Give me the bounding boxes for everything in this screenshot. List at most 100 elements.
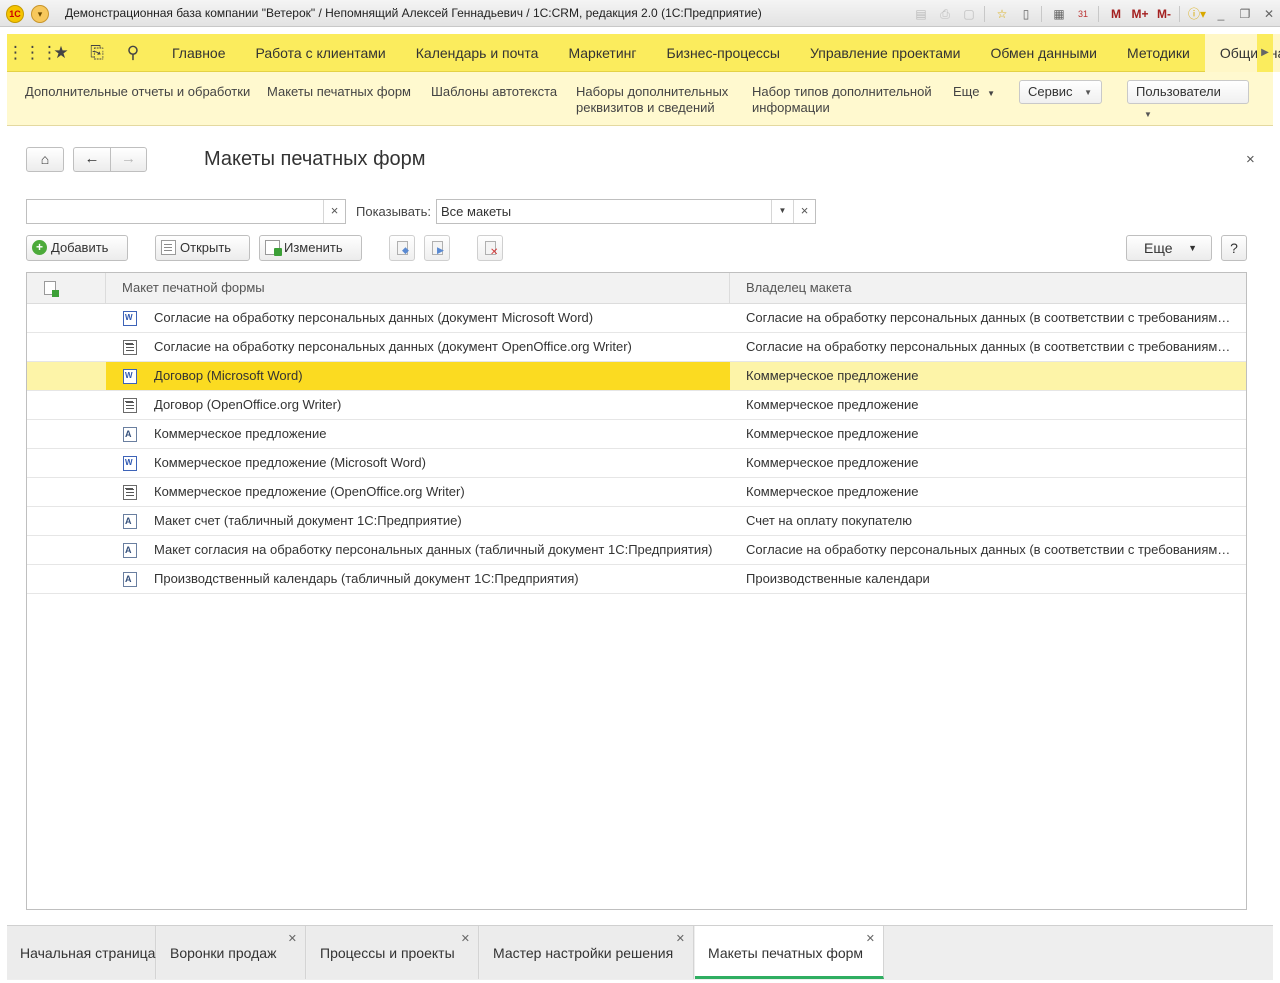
section-data-exchange[interactable]: Обмен данными: [975, 34, 1112, 72]
table-row[interactable]: Коммерческое предложение (OpenOffice.org…: [27, 478, 1246, 507]
action-additional-reports[interactable]: Дополнительные отчеты и обработки: [25, 84, 250, 100]
table-row[interactable]: Согласие на обработку персональных данны…: [27, 333, 1246, 362]
template-owner-cell[interactable]: Согласие на обработку персональных данны…: [730, 333, 1246, 361]
window-tab-setup-wizard[interactable]: Мастер настройки решения ✕: [480, 926, 694, 979]
delete-template-button[interactable]: ✕: [477, 235, 503, 261]
help-button[interactable]: ?: [1221, 235, 1247, 261]
users-menu-button[interactable]: Пользователи ▼: [1127, 80, 1249, 119]
table-row[interactable]: Производственный календарь (табличный до…: [27, 565, 1246, 594]
template-owner-cell[interactable]: Коммерческое предложение: [730, 362, 1246, 390]
section-main[interactable]: Главное: [157, 34, 241, 72]
open-button[interactable]: Открыть: [155, 235, 250, 261]
table-row[interactable]: Согласие на обработку персональных данны…: [27, 304, 1246, 333]
restore-icon[interactable]: ❐: [1234, 4, 1256, 24]
print-icon[interactable]: ⎙: [934, 4, 956, 24]
document-icon: [161, 240, 176, 256]
action-additional-attributes[interactable]: Наборы дополнительных реквизитов и сведе…: [576, 84, 728, 116]
action-autotext-templates[interactable]: Шаблоны автотекста: [431, 84, 557, 100]
template-owner-cell[interactable]: Согласие на обработку персональных данны…: [730, 304, 1246, 332]
load-template-button[interactable]: ◆: [389, 235, 415, 261]
calendar-icon[interactable]: 31: [1072, 4, 1094, 24]
add-button[interactable]: + Добавить: [26, 235, 128, 261]
table-row[interactable]: Коммерческое предложение (Microsoft Word…: [27, 449, 1246, 478]
history-icon[interactable]: ⎘: [79, 34, 115, 72]
template-owner-cell[interactable]: Коммерческое предложение: [730, 478, 1246, 506]
more-actions-button[interactable]: Еще ▼: [1126, 235, 1212, 261]
template-owner-cell[interactable]: Коммерческое предложение: [730, 449, 1246, 477]
template-name-cell[interactable]: Договор (Microsoft Word): [106, 362, 730, 390]
memory-plus-icon[interactable]: M+: [1129, 4, 1151, 24]
apps-grid-icon[interactable]: ⋮⋮⋮: [7, 34, 58, 72]
template-name-cell[interactable]: Макет счет (табличный документ 1С:Предпр…: [106, 507, 730, 535]
template-owner: Производственные календари: [746, 571, 930, 586]
action-more-menu[interactable]: Еще ▼: [953, 84, 995, 102]
info-icon[interactable]: ⓘ▾: [1186, 4, 1208, 24]
section-business-processes[interactable]: Бизнес-процессы: [652, 34, 795, 72]
template-owner: Счет на оплату покупателю: [746, 513, 912, 528]
template-owner-cell[interactable]: Согласие на обработку персональных данны…: [730, 536, 1246, 564]
template-owner-cell[interactable]: Коммерческое предложение: [730, 420, 1246, 448]
clear-filter-icon[interactable]: ×: [793, 200, 815, 223]
history-icon[interactable]: ▯: [1015, 4, 1037, 24]
template-name-cell[interactable]: Макет согласия на обработку персональных…: [106, 536, 730, 564]
table-row[interactable]: Макет счет (табличный документ 1С:Предпр…: [27, 507, 1246, 536]
action-additional-info-types[interactable]: Набор типов дополнительной информации: [752, 84, 932, 116]
column-header-owner[interactable]: Владелец макета: [730, 273, 1246, 303]
clear-search-icon[interactable]: ×: [323, 200, 345, 223]
table-row[interactable]: Договор (OpenOffice.org Writer) Коммерчес…: [27, 391, 1246, 420]
column-header-template[interactable]: Макет печатной формы: [106, 273, 730, 303]
favorites-icon[interactable]: ☆: [991, 4, 1013, 24]
search-icon[interactable]: ⚲: [115, 34, 151, 72]
template-name-cell[interactable]: Производственный календарь (табличный до…: [106, 565, 730, 593]
section-calendar-mail[interactable]: Календарь и почта: [401, 34, 554, 72]
main-menu-chevron-icon[interactable]: ▾: [31, 5, 49, 23]
window-tab-home[interactable]: Начальная страница: [7, 926, 156, 979]
preview-icon[interactable]: ▢: [958, 4, 980, 24]
save-template-button[interactable]: ▶: [424, 235, 450, 261]
table-row[interactable]: Коммерческое предложение Коммерческое пре…: [27, 420, 1246, 449]
template-name-cell[interactable]: Коммерческое предложение (Microsoft Word…: [106, 449, 730, 477]
form-close-icon[interactable]: ×: [1246, 151, 1255, 168]
section-methods[interactable]: Методики: [1112, 34, 1205, 72]
action-print-templates[interactable]: Макеты печатных форм: [267, 84, 411, 100]
template-owner-cell[interactable]: Счет на оплату покупателю: [730, 507, 1246, 535]
template-owner-cell[interactable]: Коммерческое предложение: [730, 391, 1246, 419]
memory-minus-icon[interactable]: M-: [1153, 4, 1175, 24]
home-button[interactable]: ⌂: [26, 147, 64, 172]
template-name-cell[interactable]: Договор (OpenOffice.org Writer): [106, 391, 730, 419]
template-name-cell[interactable]: Коммерческое предложение: [106, 420, 730, 448]
close-icon[interactable]: ✕: [288, 932, 297, 945]
close-icon[interactable]: ✕: [461, 932, 470, 945]
edit-button[interactable]: Изменить: [259, 235, 362, 261]
sections-scroll-right-icon[interactable]: ▶: [1257, 34, 1273, 72]
template-owner-cell[interactable]: Производственные календари: [730, 565, 1246, 593]
window-tab-print-templates[interactable]: Макеты печатных форм ✕: [695, 926, 884, 979]
template-name-cell[interactable]: Согласие на обработку персональных данны…: [106, 304, 730, 332]
close-icon[interactable]: ✕: [866, 932, 875, 945]
favorites-star-icon[interactable]: ★: [43, 34, 79, 72]
section-projects[interactable]: Управление проектами: [795, 34, 975, 72]
search-input[interactable]: ×: [26, 199, 346, 224]
save-icon[interactable]: ▤: [910, 4, 932, 24]
close-icon[interactable]: ✕: [1258, 4, 1280, 24]
close-icon[interactable]: ✕: [676, 932, 685, 945]
back-button[interactable]: ←: [73, 147, 110, 172]
show-filter-select[interactable]: Все макеты ▼ ×: [436, 199, 816, 224]
forward-button[interactable]: →: [110, 147, 147, 172]
service-menu-button[interactable]: Сервис ▼: [1019, 80, 1102, 104]
table-row[interactable]: Договор (Microsoft Word) Коммерческое пре…: [27, 362, 1246, 391]
chevron-down-icon[interactable]: ▼: [771, 200, 793, 223]
minimize-icon[interactable]: _: [1210, 4, 1232, 24]
templates-table[interactable]: Макет печатной формы Владелец макета Сог…: [26, 272, 1247, 910]
section-clients[interactable]: Работа с клиентами: [241, 34, 401, 72]
memory-m-icon[interactable]: M: [1105, 4, 1127, 24]
table-row[interactable]: Макет согласия на обработку персональных…: [27, 536, 1246, 565]
template-name-cell[interactable]: Согласие на обработку персональных данны…: [106, 333, 730, 361]
app-logo-icon[interactable]: 1С: [6, 5, 24, 23]
calculator-icon[interactable]: ▦: [1048, 4, 1070, 24]
column-header-used[interactable]: [27, 273, 106, 303]
template-name-cell[interactable]: Коммерческое предложение (OpenOffice.org…: [106, 478, 730, 506]
section-marketing[interactable]: Маркетинг: [553, 34, 651, 72]
window-tab-sales-funnels[interactable]: Воронки продаж ✕: [157, 926, 306, 979]
window-tab-processes[interactable]: Процессы и проекты ✕: [307, 926, 479, 979]
